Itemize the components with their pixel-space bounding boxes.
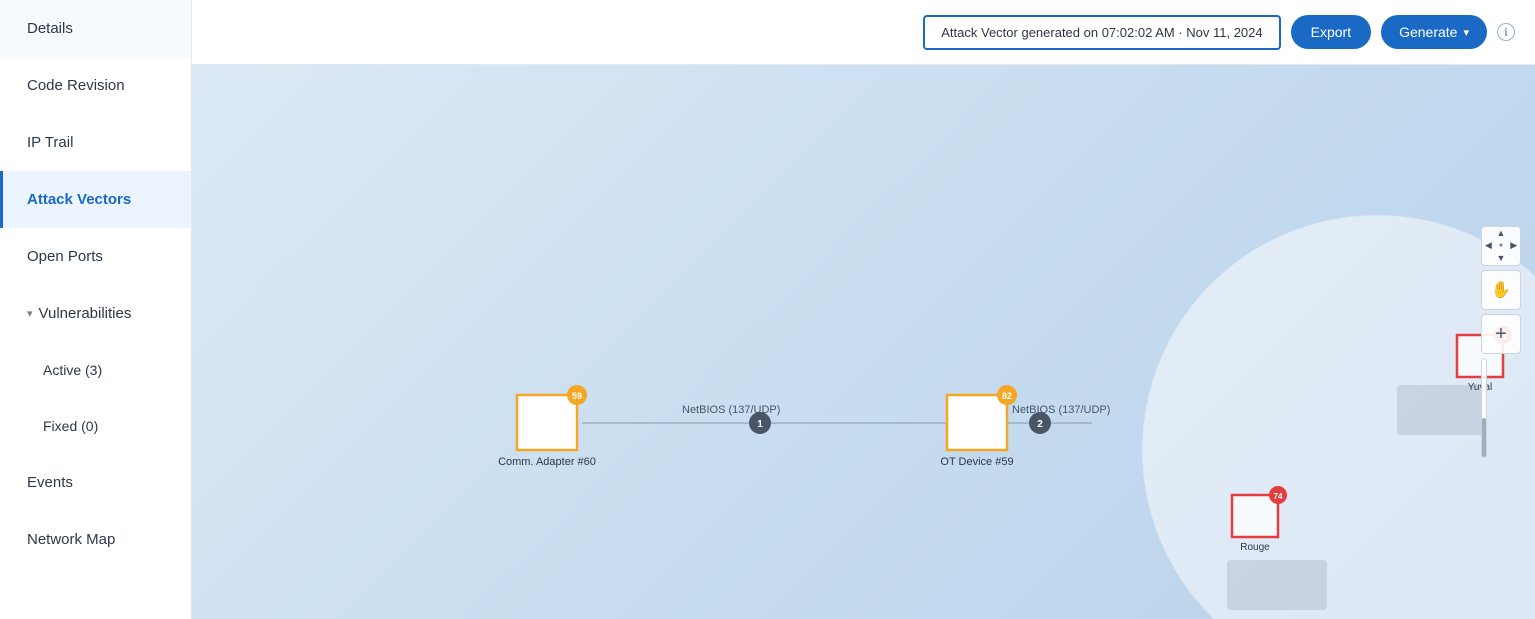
chevron-down-icon: ▾: [27, 307, 33, 320]
svg-text:2: 2: [1037, 419, 1043, 430]
svg-text:59: 59: [572, 391, 582, 401]
sidebar-item-attack-vectors[interactable]: Attack Vectors: [0, 171, 191, 228]
sidebar-label-code-revision: Code Revision: [27, 77, 125, 94]
timestamp-label: Attack Vector generated on 07:02:02 AM ·…: [941, 25, 1262, 40]
sidebar-item-fixed[interactable]: Fixed (0): [0, 398, 191, 454]
zoom-bar: [1481, 358, 1487, 458]
arrow-down-icon: ▼: [1497, 254, 1506, 263]
sidebar-label-active: Active (3): [43, 362, 102, 378]
header-bar: Attack Vector generated on 07:02:02 AM ·…: [192, 0, 1535, 65]
sidebar-item-details[interactable]: Details: [0, 0, 191, 57]
export-button[interactable]: Export: [1291, 15, 1371, 49]
export-label: Export: [1311, 24, 1351, 40]
zoom-bar-fill: [1482, 418, 1486, 457]
sidebar-item-active[interactable]: Active (3): [0, 342, 191, 398]
sidebar-label-fixed: Fixed (0): [43, 418, 98, 434]
chevron-down-icon: ▾: [1463, 26, 1469, 39]
nav-pad[interactable]: ▲ ◀ ● ▶ ▼: [1481, 226, 1521, 266]
arrow-left-icon: ◀: [1485, 241, 1492, 250]
sidebar-item-events[interactable]: Events: [0, 454, 191, 511]
plus-icon: +: [1495, 323, 1507, 346]
nav-center-dot: ●: [1499, 242, 1503, 249]
svg-text:OT Device #59: OT Device #59: [940, 456, 1013, 468]
arrow-up-icon: ▲: [1497, 229, 1506, 238]
sidebar: Details Code Revision IP Trail Attack Ve…: [0, 0, 192, 619]
generate-button[interactable]: Generate ▾: [1381, 15, 1487, 49]
sidebar-label-events: Events: [27, 474, 73, 491]
main-content: Attack Vector generated on 07:02:02 AM ·…: [192, 0, 1535, 619]
svg-text:74: 74: [1274, 492, 1283, 501]
svg-text:Comm. Adapter #60: Comm. Adapter #60: [498, 456, 596, 468]
sidebar-label-details: Details: [27, 20, 73, 37]
hand-icon: ✋: [1491, 280, 1511, 300]
arrow-right-icon: ▶: [1510, 241, 1517, 250]
svg-text:1: 1: [757, 419, 763, 430]
sidebar-item-network-map[interactable]: Network Map: [0, 511, 191, 568]
sidebar-item-open-ports[interactable]: Open Ports: [0, 228, 191, 285]
svg-text:82: 82: [1002, 391, 1012, 401]
info-icon[interactable]: ℹ: [1497, 23, 1515, 41]
sidebar-label-open-ports: Open Ports: [27, 248, 103, 265]
nav-controls: ▲ ◀ ● ▶ ▼ ✋ +: [1481, 226, 1521, 458]
sidebar-item-vulnerabilities[interactable]: ▾ Vulnerabilities: [0, 285, 191, 342]
zoom-in-button[interactable]: +: [1481, 314, 1521, 354]
sidebar-item-code-revision[interactable]: Code Revision: [0, 57, 191, 114]
sidebar-label-vulnerabilities: Vulnerabilities: [39, 305, 132, 322]
svg-text:NetBIOS (137/UDP): NetBIOS (137/UDP): [682, 404, 780, 416]
sidebar-label-ip-trail: IP Trail: [27, 134, 73, 151]
network-diagram: 1 NetBIOS (137/UDP) 2 NetBIOS (137/UDP) …: [192, 65, 1535, 619]
svg-text:Rouge: Rouge: [1240, 542, 1270, 553]
sidebar-item-ip-trail[interactable]: IP Trail: [0, 114, 191, 171]
svg-text:NetBIOS (137/UDP): NetBIOS (137/UDP): [1012, 404, 1110, 416]
sidebar-label-network-map: Network Map: [27, 531, 115, 548]
timestamp-box: Attack Vector generated on 07:02:02 AM ·…: [923, 15, 1280, 50]
generate-label: Generate: [1399, 24, 1457, 40]
sidebar-label-attack-vectors: Attack Vectors: [27, 191, 131, 208]
pan-tool-button[interactable]: ✋: [1481, 270, 1521, 310]
canvas-area: 1 NetBIOS (137/UDP) 2 NetBIOS (137/UDP) …: [192, 65, 1535, 619]
